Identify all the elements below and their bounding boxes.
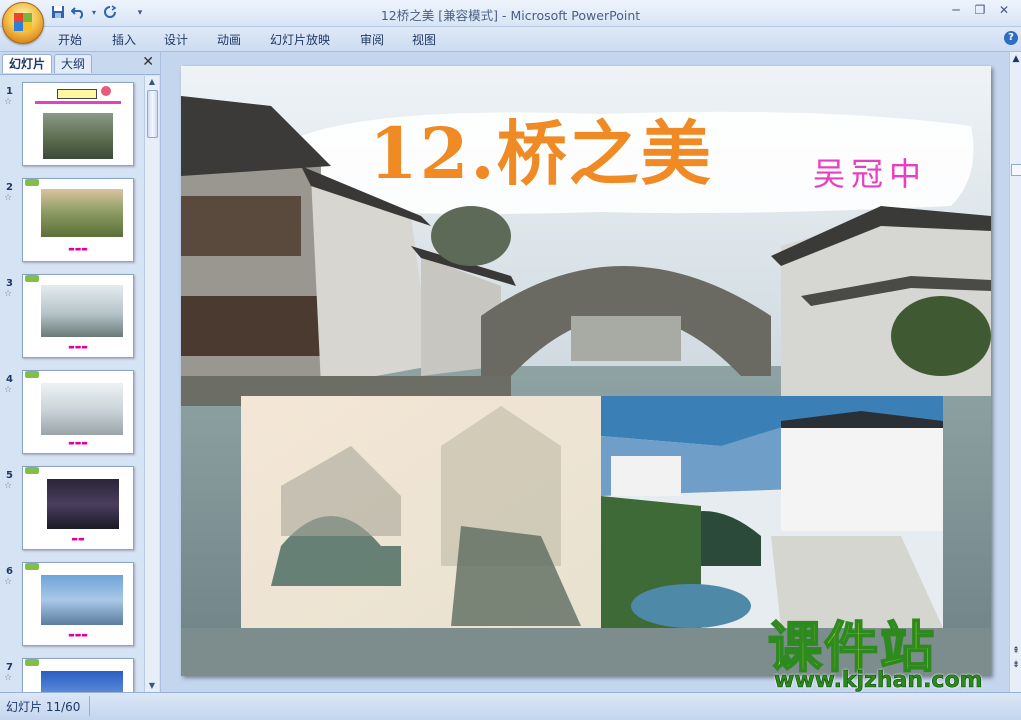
restore-icon[interactable]: ❐ [969,2,991,18]
slide-number: 6 [6,566,13,577]
slide-thumbnail-2[interactable]: 2 ☆ ▬▬▬ [0,178,144,266]
thumbnail-sticker [25,467,39,474]
thumbnail-picture [41,575,123,625]
thumbnail-caption: ▬▬▬ [68,343,88,351]
tab-insert[interactable]: 插入 [112,31,136,48]
thumbnail-picture [41,285,123,337]
tab-slideshow[interactable]: 幻灯片放映 [270,31,330,48]
slide-thumbnail-6[interactable]: 6 ☆ ▬▬▬ [0,562,144,650]
thumbnail-image: ▬▬▬ [22,562,134,646]
thumbnail-sticker [25,371,39,378]
thumbnail-sticker [25,659,39,666]
thumbnail-title-box [57,89,97,99]
site-watermark: 课件站 www.kjzhan.com [767,617,1008,696]
scroll-up-icon[interactable]: ▲ [145,76,159,88]
tab-design[interactable]: 设计 [164,31,188,48]
tab-view[interactable]: 视图 [412,31,436,48]
thumbnail-picture [41,671,123,692]
slide-thumbnail-4[interactable]: 4 ☆ ▬▬▬ [0,370,144,458]
slide-editor: 12.桥之美 吴冠中 [161,52,1009,692]
watermark-url: www.kjzhan.com [774,668,983,694]
transition-icon: ☆ [4,193,13,203]
thumbnail-picture [47,479,119,529]
thumbnail-image: ▬▬▬ [22,178,134,262]
thumbnail-caption: ▬▬ [71,535,85,543]
tab-home[interactable]: 开始 [58,31,82,48]
scrollbar-thumb[interactable] [1011,164,1021,176]
thumbnail-picture [43,113,113,159]
thumbnail-sticker [25,275,39,282]
slides-panel: 幻灯片 大纲 ✕ 1 ☆ 2 ☆ ▬▬▬ 3 ☆ ▬▬▬ 4 ☆ ▬▬▬ 5 ☆… [0,52,161,692]
ribbon-tabs: 开始 插入 设计 动画 幻灯片放映 审阅 视图 ? [0,27,1021,52]
editor-scrollbar[interactable]: ▲ ⇞ ⇟ [1009,52,1021,692]
transition-icon: ☆ [4,673,13,683]
heart-icon [101,86,111,96]
tab-animations[interactable]: 动画 [217,31,241,48]
transition-icon: ☆ [4,385,13,395]
previous-slide-icon[interactable]: ⇞ [1010,646,1021,656]
slide-number: 7 [6,662,13,673]
scroll-down-icon[interactable]: ▼ [145,680,159,692]
title-bar: ▾ ▾ 12桥之美 [兼容模式] - Microsoft PowerPoint … [0,0,1021,44]
thumbnail-caption: ▬▬▬ [68,245,88,253]
thumbnail-image [22,82,134,166]
status-separator [89,696,90,716]
slide-title: 12.桥之美 [369,112,713,195]
thumbnail-scrollbar[interactable]: ▲ ▼ [144,76,159,692]
tab-slides[interactable]: 幻灯片 [2,54,53,73]
tab-review[interactable]: 审阅 [360,31,384,48]
tab-outline[interactable]: 大纲 [54,54,93,73]
transition-icon: ☆ [4,481,13,491]
scrollbar-thumb[interactable] [147,90,158,138]
window-title: 12桥之美 [兼容模式] - Microsoft PowerPoint [380,8,641,23]
thumbnail-text-line [35,101,121,104]
thumbnail-picture [41,189,123,237]
slide-indicator: 幻灯片 11/60 [6,700,81,714]
transition-icon: ☆ [4,97,13,107]
slide-number: 1 [6,86,13,97]
transition-icon: ☆ [4,289,13,299]
office-logo-icon [14,13,32,31]
help-icon[interactable]: ? [1004,31,1018,45]
slide-author: 吴冠中 [813,155,928,193]
next-slide-icon[interactable]: ⇟ [1010,660,1021,670]
slide-thumbnail-7[interactable]: 7 ☆ [0,658,144,692]
minimize-icon[interactable]: ─ [945,2,967,18]
current-slide[interactable]: 12.桥之美 吴冠中 [181,66,991,676]
slide-thumbnail-3[interactable]: 3 ☆ ▬▬▬ [0,274,144,362]
thumbnail-image: ▬▬▬ [22,274,134,358]
transition-icon: ☆ [4,577,13,587]
slide-thumbnail-5[interactable]: 5 ☆ ▬▬ [0,466,144,554]
office-button[interactable] [2,2,44,44]
slide-number: 5 [6,470,13,481]
close-icon[interactable]: ✕ [993,2,1015,18]
thumbnail-sticker [25,179,39,186]
panel-close-icon[interactable]: ✕ [142,54,154,70]
thumbnail-list: 1 ☆ 2 ☆ ▬▬▬ 3 ☆ ▬▬▬ 4 ☆ ▬▬▬ 5 ☆ ▬▬ 6 ☆ ▬… [0,76,144,692]
thumbnail-picture [41,383,123,435]
thumbnail-caption: ▬▬▬ [68,631,88,639]
slide-number: 3 [6,278,13,289]
thumbnail-caption: ▬▬▬ [68,439,88,447]
slide-number: 2 [6,182,13,193]
thumbnail-image [22,658,134,692]
thumbnail-image: ▬▬ [22,466,134,550]
thumbnail-sticker [25,563,39,570]
panel-tabs: 幻灯片 大纲 ✕ [0,52,160,75]
thumbnail-image: ▬▬▬ [22,370,134,454]
slide-number: 4 [6,374,13,385]
window-controls: ─ ❐ ✕ [945,2,1015,18]
status-bar: 幻灯片 11/60 [0,692,1021,720]
scroll-up-icon[interactable]: ▲ [1010,54,1021,64]
slide-thumbnail-1[interactable]: 1 ☆ [0,82,144,170]
